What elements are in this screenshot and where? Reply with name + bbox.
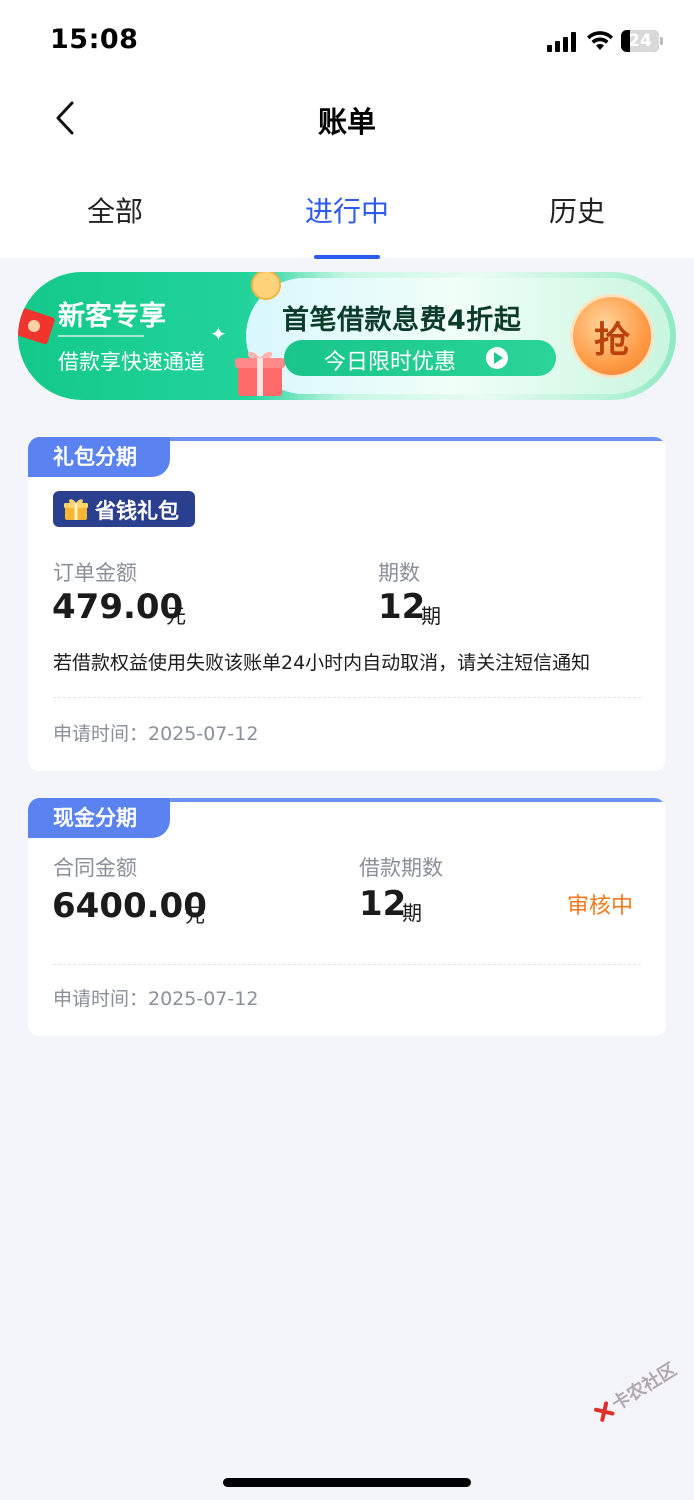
nav-bar: 账单 [0, 84, 694, 154]
page-title: 账单 [317, 105, 376, 139]
tab-all[interactable]: 全部 [45, 190, 185, 230]
watermark-text: 卡农社区 [608, 1359, 681, 1416]
contract-amount-unit: 元 [185, 903, 205, 927]
battery-icon: 24 [621, 30, 663, 52]
watermark: 卡农社区 [590, 1356, 681, 1426]
limited-offer-pill[interactable]: 今日限时优惠 [284, 340, 556, 376]
bill-card-cash-installment[interactable]: 现金分期 合同金额 6400.00 元 借款期数 12 期 审核中 申请时间：2… [28, 798, 666, 1036]
limited-offer-text: 今日限时优惠 [324, 350, 457, 375]
order-amount-label: 订单金额 [53, 561, 137, 585]
installments-label: 期数 [378, 561, 420, 585]
contract-amount-value: 6400.00 [52, 886, 207, 926]
home-indicator [223, 1478, 471, 1487]
status-bar: 15:08 24 [0, 0, 694, 84]
card-tag: 礼包分期 [28, 437, 170, 477]
active-tab-indicator [314, 255, 380, 259]
badge-label: 省钱礼包 [95, 499, 179, 523]
tab-history[interactable]: 历史 [507, 190, 647, 230]
status-under-review: 审核中 [567, 894, 634, 919]
banner-divider [58, 335, 144, 337]
card-divider [53, 697, 641, 698]
loan-term-label: 借款期数 [359, 856, 443, 880]
tab-in-progress[interactable]: 进行中 [277, 190, 417, 230]
bill-card-gift-installment[interactable]: 礼包分期 省钱礼包 订单金额 479.00 元 期数 12 期 若借款权益使用失… [28, 437, 666, 771]
banner-subtitle: 借款享快速通道 [58, 350, 205, 374]
apply-time: 申请时间：2025-07-12 [53, 988, 259, 1010]
saving-gift-badge: 省钱礼包 [53, 491, 195, 527]
cellular-signal-icon [547, 32, 576, 52]
red-envelope-icon [18, 308, 55, 344]
apply-time: 申请时间：2025-07-12 [53, 723, 259, 745]
banner-headline: 首笔借款息费4折起 [282, 305, 522, 336]
sparkle-icon: ✦ [210, 322, 227, 346]
play-icon [486, 347, 508, 369]
order-amount-unit: 元 [166, 604, 186, 628]
grab-button-label: 抢 [593, 320, 630, 361]
installments-value: 12 [378, 587, 426, 627]
loan-term-unit: 期 [402, 901, 422, 925]
wifi-icon [587, 31, 613, 50]
loan-term-value: 12 [359, 884, 407, 924]
order-amount-value: 479.00 [52, 587, 184, 627]
banner-title: 新客专享 [58, 301, 166, 332]
card-tag: 现金分期 [28, 798, 170, 838]
promo-banner[interactable]: 新客专享 借款享快速通道 ✦ 首笔借款息费4折起 今日限时优惠 抢 [18, 272, 676, 400]
cancellation-notice: 若借款权益使用失败该账单24小时内自动取消，请关注短信通知 [53, 652, 591, 674]
gift-icon [64, 499, 88, 520]
installments-unit: 期 [421, 604, 441, 628]
card-divider [53, 964, 641, 965]
gift-box-icon [235, 351, 285, 396]
grab-button[interactable]: 抢 [570, 294, 654, 378]
status-time: 15:08 [50, 24, 139, 55]
contract-amount-label: 合同金额 [53, 856, 137, 880]
tab-bar: 全部 进行中 历史 [0, 180, 694, 259]
